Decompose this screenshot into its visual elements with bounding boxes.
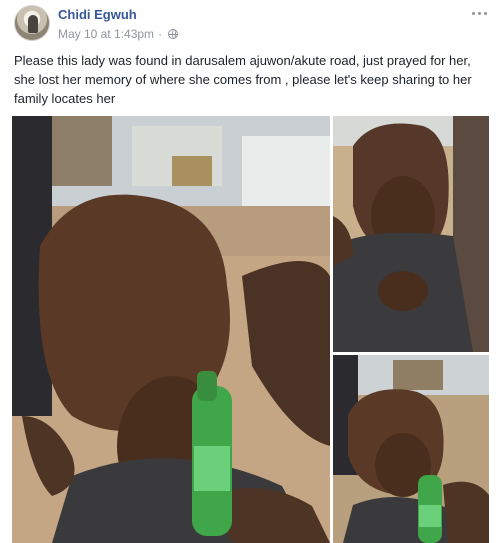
author-avatar[interactable]: [14, 5, 50, 41]
post-photo-top-right[interactable]: [333, 116, 489, 352]
globe-icon[interactable]: [168, 29, 179, 39]
more-options-icon[interactable]: [468, 6, 490, 20]
meta-separator: ·: [158, 27, 163, 41]
post-header: Chidi Egwuh May 10 at 1:43pm ·: [0, 0, 500, 44]
post-photo-bottom-right[interactable]: [333, 355, 489, 543]
author-name[interactable]: Chidi Egwuh: [58, 7, 137, 22]
post-meta: May 10 at 1:43pm ·: [58, 27, 179, 41]
post-timestamp[interactable]: May 10 at 1:43pm: [58, 27, 154, 41]
post-text: Please this lady was found in darusalem …: [14, 53, 472, 106]
post-photo-main[interactable]: [12, 116, 330, 543]
